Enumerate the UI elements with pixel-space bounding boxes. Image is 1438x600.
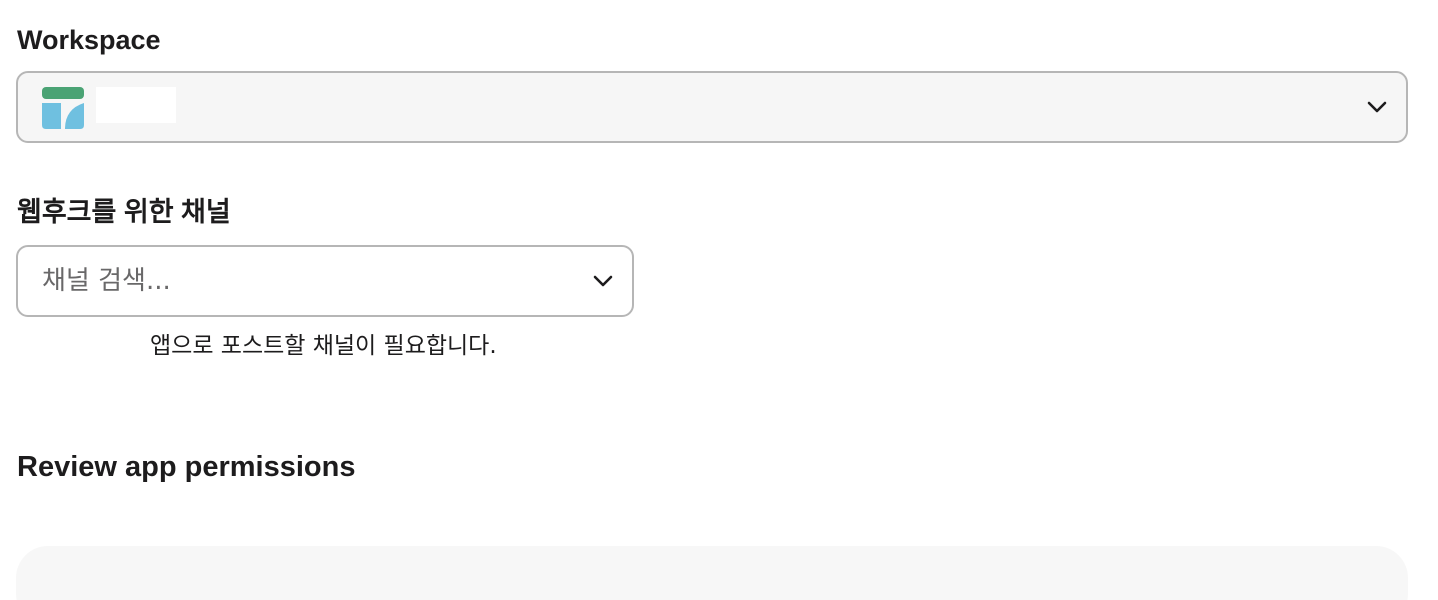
workspace-logo-icon [42, 87, 84, 129]
workspace-name [96, 87, 176, 123]
webhook-channel-label: 웹후크를 위한 채널 [17, 197, 231, 227]
webhook-channel-select[interactable] [16, 245, 634, 317]
channel-helper-text: 앱으로 포스트할 채널이 필요합니다. [150, 333, 497, 359]
chevron-down-icon [1367, 101, 1387, 113]
permissions-card [16, 546, 1408, 600]
chevron-down-icon [593, 275, 613, 287]
permissions-heading: Review app permissions [17, 451, 356, 483]
workspace-select[interactable] [16, 71, 1408, 143]
channel-search-input[interactable] [42, 263, 562, 299]
install-app-page: Workspace 웹후크를 위한 채널 앱으로 포스트할 채널이 필요합니다.… [0, 0, 1438, 600]
workspace-label: Workspace [17, 25, 161, 55]
